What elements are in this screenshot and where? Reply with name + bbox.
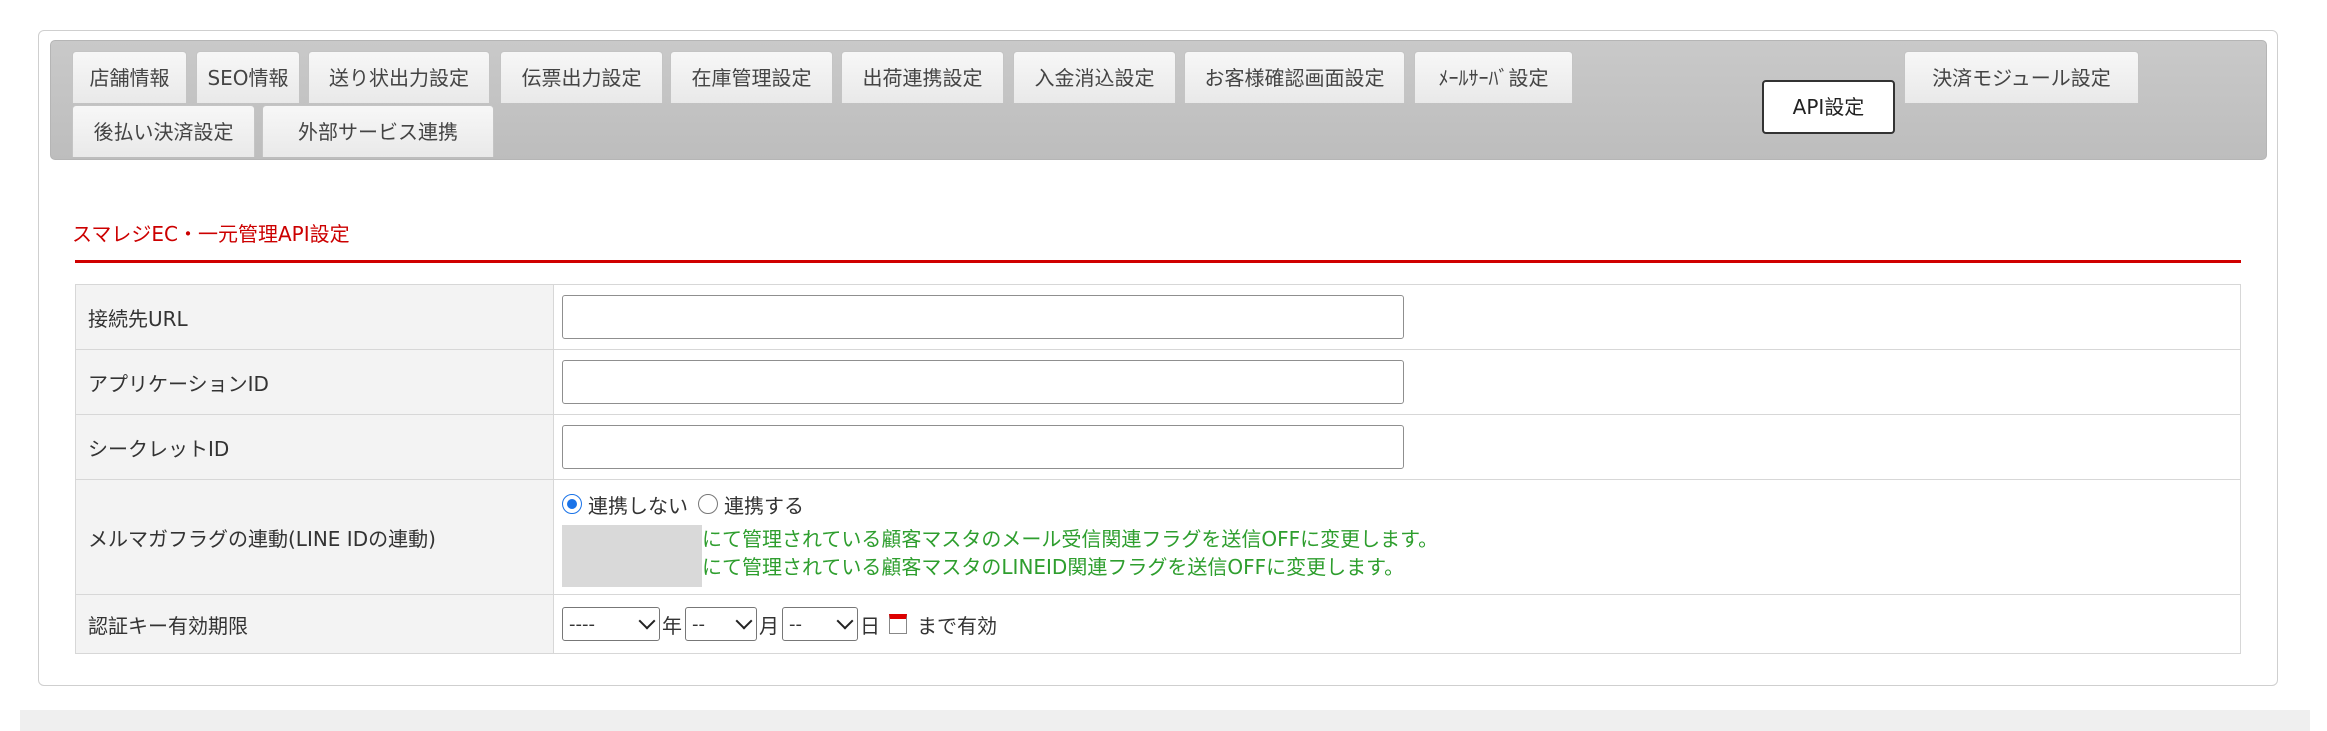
form-row-mailmag: メルマガフラグの連動(LINE IDの連動) 連携しない 連携する にて管理され… [76, 480, 2240, 595]
month-select[interactable]: -- [685, 607, 757, 641]
tab-external-services[interactable]: 外部サービス連携 [262, 105, 494, 157]
year-unit: 年 [662, 613, 682, 638]
chevron-down-icon [836, 612, 854, 630]
expiry-label: 認証キー有効期限 [76, 595, 554, 653]
tab-deferred-payment[interactable]: 後払い決済設定 [72, 105, 255, 157]
app-id-input[interactable] [562, 360, 1404, 404]
note-line-1: にて管理されている顧客マスタのメール受信関連フラグを送信OFFに変更します。 [702, 526, 1439, 551]
mailmag-label: メルマガフラグの連動(LINE IDの連動) [76, 480, 554, 594]
month-select-value: -- [692, 613, 705, 635]
calendar-icon[interactable] [889, 614, 907, 634]
form-row-expiry: 認証キー有効期限 ---- 年 -- 月 -- 日 まで有効 [76, 595, 2240, 653]
redacted-service-name [562, 524, 702, 587]
tab-shipping-label[interactable]: 送り状出力設定 [308, 51, 490, 103]
day-unit: 日 [860, 613, 880, 638]
settings-panel: 店舗情報 SEO情報 送り状出力設定 伝票出力設定 在庫管理設定 出荷連携設定 … [38, 30, 2278, 686]
mailmag-notes: にて管理されている顧客マスタのメール受信関連フラグを送信OFFに変更します。 に… [562, 524, 1439, 587]
radio-link[interactable] [698, 494, 718, 514]
api-settings-form: 接続先URL アプリケーションID シークレットID メルマガフラグの連動(LI… [75, 284, 2241, 654]
day-select-value: -- [789, 613, 802, 635]
mailmag-radio-group: 連携しない 連携する [562, 490, 814, 519]
tab-payment-clearing[interactable]: 入金消込設定 [1013, 51, 1176, 103]
secret-label: シークレットID [76, 415, 554, 479]
radio-no-link-label[interactable]: 連携しない [588, 490, 688, 519]
section-title: スマレジEC・一元管理API設定 [72, 222, 350, 246]
section-divider [75, 260, 2241, 263]
app-id-label: アプリケーションID [76, 350, 554, 414]
chevron-down-icon [735, 612, 753, 630]
year-select-value: ---- [569, 613, 595, 635]
tab-seo-info[interactable]: SEO情報 [196, 51, 300, 103]
tab-shipment-link[interactable]: 出荷連携設定 [841, 51, 1004, 103]
secret-input[interactable] [562, 425, 1404, 469]
radio-link-label[interactable]: 連携する [724, 490, 804, 519]
note-line-2: にて管理されている顧客マスタのLINEID関連フラグを送信OFFに変更します。 [702, 554, 1405, 579]
day-select[interactable]: -- [782, 607, 858, 641]
expiry-suffix: まで有効 [917, 613, 997, 638]
tab-mail-server[interactable]: ﾒｰﾙｻｰﾊﾞ設定 [1414, 51, 1573, 103]
chevron-down-icon [638, 612, 656, 630]
footer-bar [20, 710, 2310, 731]
form-row-app-id: アプリケーションID [76, 350, 2240, 415]
year-select[interactable]: ---- [562, 607, 660, 641]
form-row-secret: シークレットID [76, 415, 2240, 480]
tab-customer-confirm[interactable]: お客様確認画面設定 [1184, 51, 1405, 103]
tab-api-settings[interactable]: API設定 [1762, 80, 1895, 134]
form-row-url: 接続先URL [76, 285, 2240, 350]
tab-invoice-output[interactable]: 伝票出力設定 [500, 51, 663, 103]
url-input[interactable] [562, 295, 1404, 339]
tab-inventory[interactable]: 在庫管理設定 [670, 51, 833, 103]
month-unit: 月 [759, 613, 779, 638]
tab-store-info[interactable]: 店舗情報 [72, 51, 187, 103]
settings-tab-bar: 店舗情報 SEO情報 送り状出力設定 伝票出力設定 在庫管理設定 出荷連携設定 … [50, 40, 2267, 160]
radio-no-link[interactable] [562, 494, 582, 514]
tab-payment-module[interactable]: 決済モジュール設定 [1904, 51, 2139, 103]
url-label: 接続先URL [76, 285, 554, 349]
